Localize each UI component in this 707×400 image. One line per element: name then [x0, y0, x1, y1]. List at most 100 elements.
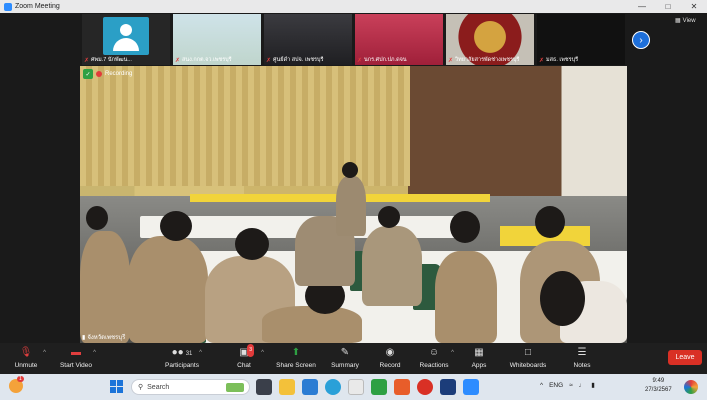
participant-tile[interactable]: ✗ มสธ. เพชรบุรี [537, 14, 625, 65]
search-highlight-icon [226, 382, 244, 392]
clock-time: 9:49 [652, 378, 665, 384]
leave-button[interactable]: Leave [668, 350, 702, 365]
view-label: View [682, 17, 696, 24]
speaker-head [342, 162, 358, 178]
store-icon[interactable] [348, 379, 364, 395]
taskbar-search[interactable]: ⚲ Search [131, 379, 250, 395]
pinned-apps [256, 379, 479, 395]
weather-widget-icon[interactable]: 1 [9, 376, 24, 393]
mic-off-icon: ✗ [175, 57, 181, 64]
next-page-button[interactable]: › [632, 31, 650, 49]
mic-off-icon: ✗ [448, 57, 454, 64]
start-video-button[interactable]: ▬ Start Video ^ [48, 346, 104, 369]
search-icon: ⚲ [138, 384, 144, 391]
notes-button[interactable]: ☰ Notes [554, 346, 610, 369]
chrome-icon[interactable] [417, 379, 433, 395]
participants-label: Participants [165, 362, 199, 369]
notifications-icon[interactable] [684, 380, 698, 394]
chat-badge: 3 [247, 344, 255, 357]
speaker-label: ▮ จังหวัดเพชรบุรี [82, 332, 125, 342]
language-indicator[interactable]: ENG [549, 382, 563, 389]
close-icon[interactable]: ✕ [681, 2, 707, 11]
whiteboards-button[interactable]: □ Whiteboards [500, 346, 556, 369]
participant-head [378, 206, 400, 228]
participant-name: วิทยาลัยสารพัดช่างเพชรบุรี [455, 57, 520, 63]
chat-button[interactable]: ▣ 3 Chat ^ [216, 344, 272, 369]
participants-button[interactable]: ●● 31 Participants ^ [154, 346, 210, 369]
record-label: Record [379, 362, 401, 369]
mic-off-icon: ✗ [357, 57, 363, 64]
recording-label: Recording [105, 71, 133, 77]
summary-icon: ✎ [340, 347, 350, 358]
participant-figure [128, 236, 208, 343]
zoom-icon[interactable] [463, 379, 479, 395]
participant-tile[interactable]: ✗ ศูนย์ดำ สปจ. เพชรบุรี [264, 14, 352, 65]
line-icon[interactable] [371, 379, 387, 395]
reactions-icon: ☺ [428, 347, 440, 358]
apps-icon: ▦ [474, 347, 484, 358]
chevron-up-icon[interactable]: ^ [93, 350, 96, 356]
start-video-label: Start Video [59, 362, 93, 369]
participant-tile[interactable]: ✗ นกร.ศปก.ปภ.ดจน [355, 14, 443, 65]
participant-name: นกร.ศปก.ปภ.ดจน [364, 57, 407, 63]
video-off-icon: ▬ [71, 347, 81, 358]
apps-label: Apps [471, 362, 487, 369]
minimize-icon[interactable]: — [629, 2, 655, 11]
participant-figure [435, 251, 497, 343]
share-screen-button[interactable]: ⬆ Share Screen [268, 346, 324, 369]
participant-name: ศูนย์ดำ สปจ. เพชรบุรี [273, 57, 324, 63]
chevron-up-icon[interactable]: ^ [199, 350, 202, 356]
participant-head [535, 206, 565, 238]
whiteboards-label: Whiteboards [509, 362, 547, 369]
app-icon[interactable] [440, 379, 456, 395]
clock-date: 27/3/2567 [645, 387, 672, 393]
curtain-backdrop [80, 66, 410, 186]
chevron-up-icon[interactable]: ^ [540, 382, 543, 389]
mic-muted-icon: 🎙 [19, 347, 33, 358]
participant-tile[interactable]: ✗ ศพม.7 นักพัฒน... [82, 14, 170, 65]
wps-icon[interactable] [394, 379, 410, 395]
unmute-label: Unmute [14, 362, 38, 369]
participant-figure [262, 306, 362, 343]
start-icon[interactable] [110, 380, 123, 393]
active-speaker-video[interactable]: ✓ Recording ▮ จังหวัดเพชรบุรี [80, 66, 627, 343]
mic-off-icon: ✗ [539, 57, 545, 64]
record-dot-icon [96, 71, 102, 77]
task-view-icon[interactable] [256, 379, 272, 395]
chevron-right-icon: › [639, 34, 643, 46]
participant-tile[interactable]: ✗ สนง.กกต.จว.เพชรบุรี [173, 14, 261, 65]
shield-icon: ✓ [83, 69, 93, 79]
chevron-up-icon[interactable]: ^ [43, 350, 46, 356]
unmute-button[interactable]: 🎙 Unmute ^ [0, 346, 54, 369]
speaker-figure [336, 176, 366, 236]
file-explorer-icon[interactable] [279, 379, 295, 395]
search-placeholder: Search [147, 383, 170, 391]
apps-button[interactable]: ▦ Apps [451, 346, 507, 369]
participant-name: ศพม.7 นักพัฒน... [91, 57, 132, 63]
participant-strip: ✗ ศพม.7 นักพัฒน... ✗ สนง.กกต.จว.เพชรบุรี ✗… [82, 14, 625, 65]
recording-indicator: ✓ Recording [83, 69, 132, 79]
clock[interactable]: 9:49 27/3/2567 [645, 377, 672, 395]
system-tray: ^ ENG ≈ ♩ ▮ [540, 381, 595, 390]
view-button[interactable]: ▦ View [675, 17, 696, 25]
reactions-label: Reactions [419, 362, 449, 369]
participant-head [160, 211, 192, 241]
participant-head [235, 228, 269, 260]
windows-taskbar: 1 ⚲ Search ^ ENG ≈ ♩ ▮ 9:49 27/3/2567 [0, 374, 707, 400]
notes-label: Notes [573, 362, 591, 369]
participant-tile[interactable]: ✗ วิทยาลัยสารพัดช่างเพชรบุรี [446, 14, 534, 65]
mic-off-icon: ✗ [84, 57, 90, 64]
record-icon: ◉ [385, 347, 395, 358]
wifi-icon[interactable]: ≈ [569, 382, 573, 389]
volume-icon[interactable]: ♩ [579, 382, 586, 389]
participants-count: 31 [185, 351, 193, 357]
battery-icon[interactable]: ▮ [591, 381, 595, 389]
participant-head [86, 206, 108, 230]
edge-icon[interactable] [325, 379, 341, 395]
avatar [103, 17, 149, 55]
weather-badge: 1 [17, 376, 24, 382]
chevron-up-icon[interactable]: ^ [261, 350, 264, 356]
maximize-icon[interactable]: □ [655, 2, 681, 11]
mail-icon[interactable] [302, 379, 318, 395]
mic-off-icon: ✗ [266, 57, 272, 64]
